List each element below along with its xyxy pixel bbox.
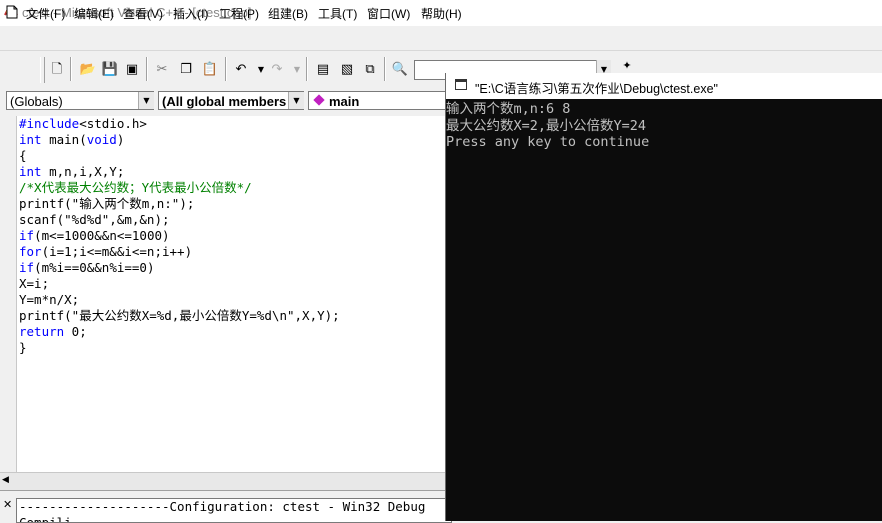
- code-keyword: for: [19, 244, 42, 259]
- chevron-down-icon[interactable]: ▼: [138, 92, 154, 109]
- scroll-left-icon[interactable]: ◀: [2, 475, 9, 485]
- console-line: Press any key to continue: [446, 134, 650, 150]
- code-line[interactable]: scanf("%d%d",&m,&n);: [19, 212, 340, 228]
- code-text: {: [19, 148, 27, 163]
- code-line[interactable]: for(i=1;i<=m&&i<=n;i++): [19, 244, 340, 260]
- code-keyword: if: [19, 260, 35, 275]
- members-combo[interactable]: (All global members: [158, 91, 304, 110]
- code-text: }: [19, 340, 27, 355]
- code-line[interactable]: printf("最大公约数X=%d,最小公倍数Y=%d\n",X,Y);: [19, 308, 340, 324]
- toolbar-separator: [146, 57, 148, 81]
- code-line[interactable]: int main(void): [19, 132, 340, 148]
- code-text: ): [116, 132, 125, 147]
- code-text: (m%i==0&&n%i==0): [34, 260, 155, 275]
- undo-icon[interactable]: ↶: [232, 61, 250, 79]
- code-keyword: if: [19, 228, 35, 243]
- code-line[interactable]: int m,n,i,X,Y;: [19, 164, 340, 180]
- menu-build[interactable]: 组建(B): [268, 5, 308, 22]
- code-line[interactable]: #include<stdio.h>: [19, 116, 340, 132]
- code-text: Y=m*n/X;: [19, 292, 80, 307]
- windows-list-icon[interactable]: ⧉: [361, 61, 379, 79]
- console-output: 输入两个数m,n:6 8 最大公约数X=2,最小公倍数Y=24 Press an…: [446, 101, 649, 151]
- code-line[interactable]: if(m%i==0&&n%i==0): [19, 260, 340, 276]
- code-text: m,n,i,X,Y;: [41, 164, 125, 179]
- menu-edit[interactable]: 编辑(E): [74, 5, 114, 22]
- console-line: 最大公约数X=2,最小公倍数Y=24: [446, 117, 647, 134]
- source-code[interactable]: #include<stdio.h> int main(void){int m,n,…: [19, 116, 340, 356]
- save-icon[interactable]: 💾: [101, 61, 119, 79]
- code-text: X=i;: [19, 276, 50, 291]
- toolbar-separator: [225, 57, 227, 81]
- menu-insert[interactable]: 插入(I): [173, 5, 208, 22]
- menu-view[interactable]: 查看(V): [123, 5, 163, 22]
- class-combo[interactable]: (Globals): [6, 91, 154, 110]
- toolbar-grip[interactable]: [40, 57, 45, 83]
- toolbar-separator: [306, 57, 308, 81]
- close-icon[interactable]: ✕: [3, 498, 12, 511]
- redo-icon[interactable]: ↷: [268, 61, 286, 79]
- menu-file[interactable]: 文件(F): [26, 5, 65, 22]
- menu-window[interactable]: 窗口(W): [367, 5, 410, 22]
- output-line: --------------------Configuration: ctest…: [19, 499, 426, 514]
- save-all-icon[interactable]: ▣: [123, 61, 141, 79]
- code-text: <stdio.h>: [79, 116, 147, 131]
- function-combo[interactable]: main: [308, 91, 448, 110]
- workspace-icon[interactable]: ▤: [314, 61, 332, 79]
- code-line[interactable]: X=i;: [19, 276, 340, 292]
- code-keyword: #include: [19, 116, 80, 131]
- output-window-icon[interactable]: ▧: [338, 61, 356, 79]
- menu-project[interactable]: 工程(P): [219, 5, 259, 22]
- code-keyword: int: [19, 132, 42, 147]
- code-keyword: int: [19, 164, 42, 179]
- cut-icon[interactable]: ✂: [153, 61, 171, 79]
- copy-icon[interactable]: ❐: [177, 61, 195, 79]
- code-line[interactable]: /*X代表最大公约数；Y代表最小公倍数*/: [19, 180, 340, 196]
- code-line[interactable]: }: [19, 340, 340, 356]
- code-keyword: return: [19, 324, 65, 339]
- code-keyword: void: [86, 132, 117, 147]
- editor-gutter: [0, 116, 17, 472]
- menu-tools[interactable]: 工具(T): [318, 5, 357, 22]
- build-output[interactable]: --------------------Configuration: ctest…: [16, 498, 452, 523]
- code-text: scanf("%d%d",&m,&n);: [19, 212, 170, 227]
- code-line[interactable]: Y=m*n/X;: [19, 292, 340, 308]
- code-text: printf("最大公约数X=%d,最小公倍数Y=%d\n",X,Y);: [19, 308, 340, 323]
- code-text: main(: [41, 132, 87, 147]
- code-line[interactable]: if(m<=1000&&n<=1000): [19, 228, 340, 244]
- code-line[interactable]: printf("输入两个数m,n:");: [19, 196, 340, 212]
- paste-icon[interactable]: 📋: [201, 61, 219, 79]
- redo-dropdown-icon[interactable]: ▼: [288, 61, 306, 79]
- code-comment: /*X代表最大公约数；Y代表最小公倍数*/: [19, 180, 252, 195]
- output-line: Compili: [19, 515, 72, 523]
- menu-help[interactable]: 帮助(H): [421, 5, 462, 22]
- menu-bar: [0, 26, 882, 51]
- console-app-icon-bar: [456, 80, 466, 82]
- code-line[interactable]: {: [19, 148, 340, 164]
- code-text: 0;: [64, 324, 87, 339]
- horizontal-scrollbar[interactable]: [0, 472, 446, 490]
- code-line[interactable]: return 0;: [19, 324, 340, 340]
- console-line: 输入两个数m,n:6 8: [446, 101, 571, 117]
- chevron-down-icon[interactable]: ▼: [288, 92, 304, 109]
- toolbar-separator: [70, 57, 72, 81]
- toolbar-separator: [384, 57, 386, 81]
- document-icon[interactable]: [6, 5, 18, 19]
- find-in-files-icon[interactable]: 🔍: [391, 61, 409, 79]
- code-text: printf("输入两个数m,n:");: [19, 196, 195, 211]
- new-file-icon[interactable]: 🗋: [48, 61, 66, 79]
- console-title: "E:\C语言练习\第五次作业\Debug\ctest.exe": [475, 82, 718, 96]
- code-text: (m<=1000&&n<=1000): [34, 228, 170, 243]
- code-text: (i=1;i<=m&&i<=n;i++): [41, 244, 193, 259]
- open-folder-icon[interactable]: 📂: [79, 61, 97, 79]
